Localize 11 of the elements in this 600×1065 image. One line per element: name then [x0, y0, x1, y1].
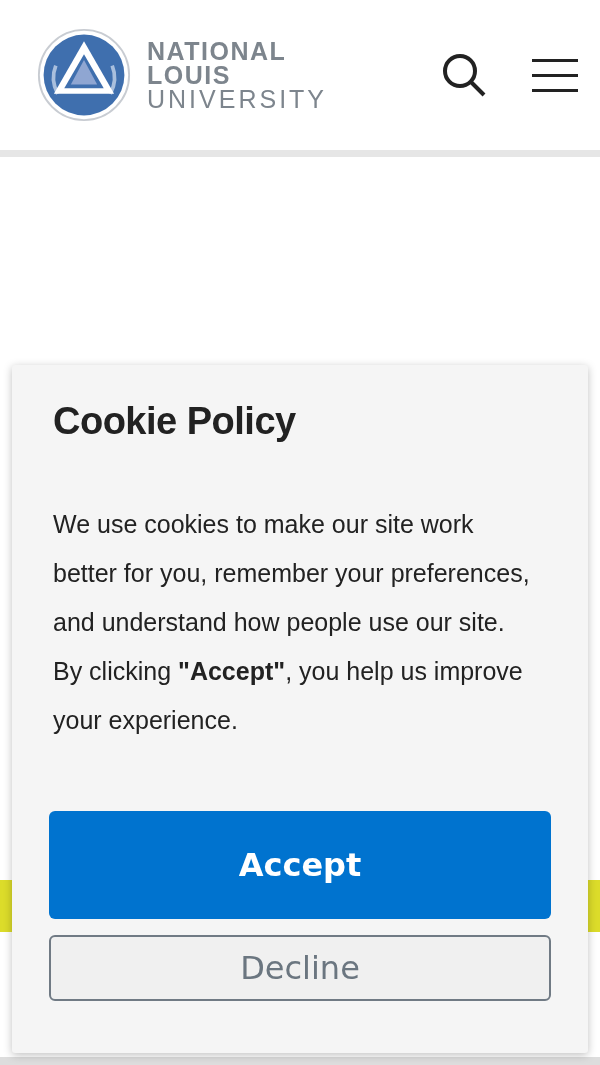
- logo-text: UNIVERSITY: [147, 87, 328, 111]
- menu-icon[interactable]: [532, 57, 578, 93]
- logo-text: NATIONAL: [147, 39, 288, 63]
- dialog-title: Cookie Policy: [53, 399, 297, 444]
- search-icon[interactable]: [440, 51, 488, 99]
- dialog-message: We use cookies to make our site work better for you, remember your preferences, and understand how people use our site. By clicking "Accept", you help us improve your experience.: [53, 509, 531, 737]
- decline-button[interactable]: Decline: [49, 935, 551, 1002]
- seal-icon: [37, 28, 131, 122]
- logo-text: LOUIS: [147, 63, 232, 87]
- accept-button[interactable]: Accept: [49, 811, 551, 920]
- logo[interactable]: NATIONAL LOUIS UNIVERSITY: [37, 28, 328, 122]
